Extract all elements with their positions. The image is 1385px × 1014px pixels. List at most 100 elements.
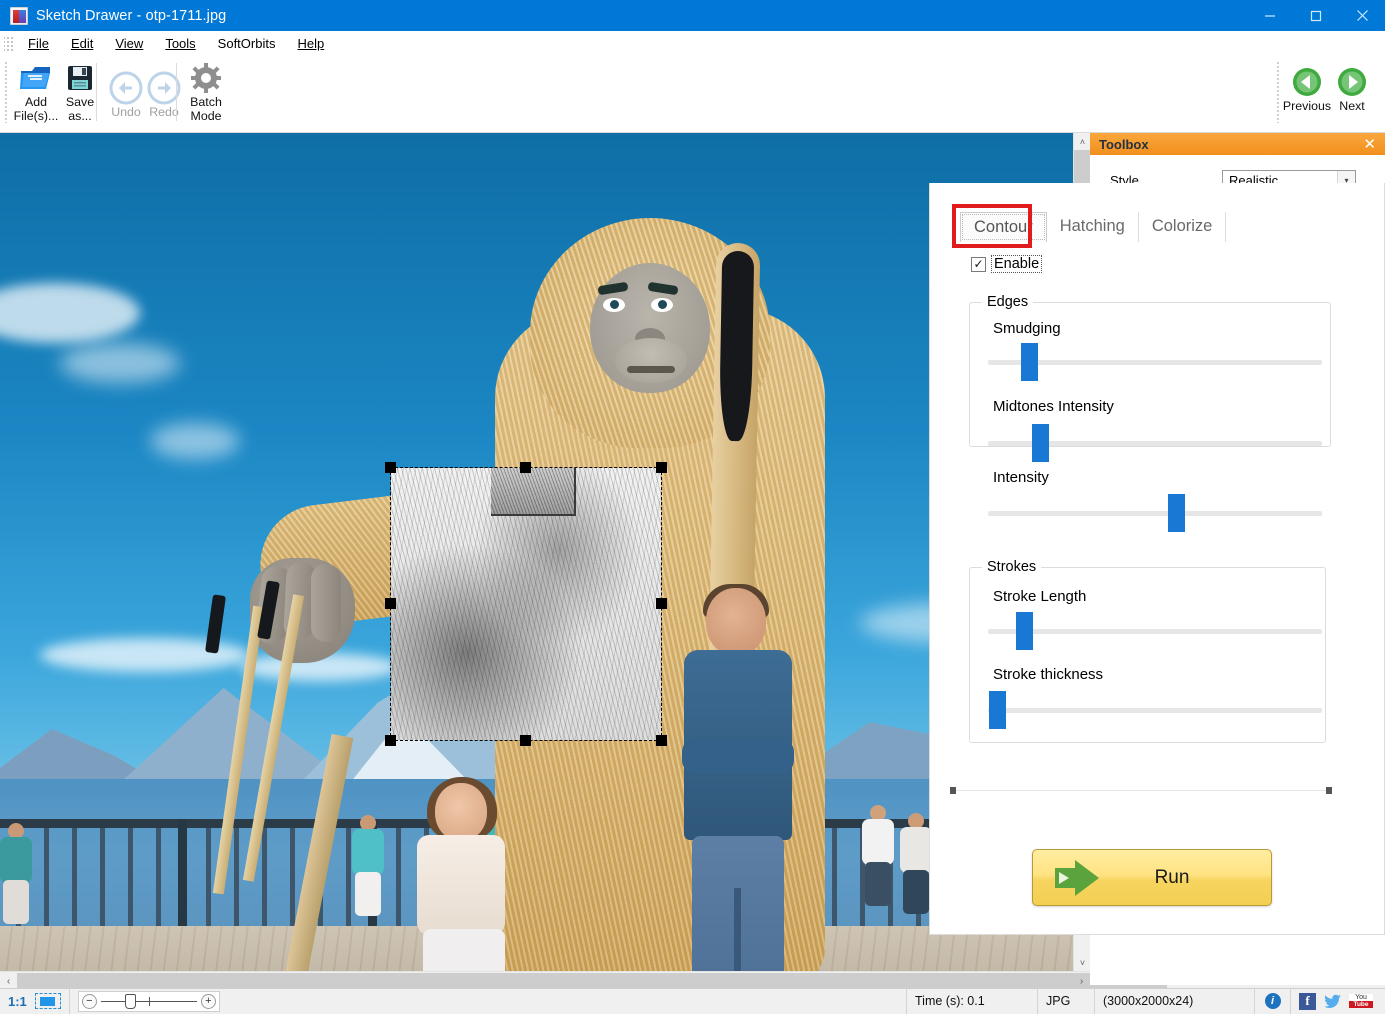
zoom-slider-track[interactable] <box>101 1001 197 1002</box>
scroll-down-button[interactable]: ˅ <box>1074 954 1091 971</box>
zoom-slider-tick <box>149 997 150 1006</box>
photo-preview[interactable] <box>0 133 1073 971</box>
menu-bar: File Edit View Tools SoftOrbits Help <box>0 31 1385 55</box>
zoom-in-button[interactable]: + <box>201 994 216 1009</box>
midtones-intensity-slider-track[interactable] <box>988 441 1322 446</box>
midtones-intensity-slider-thumb[interactable] <box>1032 424 1049 462</box>
social-links: f You Tube <box>1291 989 1385 1014</box>
maximize-button[interactable] <box>1293 0 1339 31</box>
menu-item-tools[interactable]: Tools <box>154 33 206 54</box>
enable-label: Enable <box>992 256 1041 272</box>
stroke-length-slider-track[interactable] <box>988 629 1322 634</box>
midtones-intensity-label: Midtones Intensity <box>993 398 1114 415</box>
selection-handle-middle-right[interactable] <box>656 598 667 609</box>
redo-label: Redo <box>149 105 179 119</box>
enable-checkbox-row[interactable]: ✓ Enable <box>971 256 1041 272</box>
selection-handle-bottom-right[interactable] <box>656 735 667 746</box>
batch-mode-button[interactable]: Batch Mode <box>180 59 232 127</box>
add-files-label-line2: File(s)... <box>14 109 59 123</box>
menu-item-tools-label: Tools <box>165 36 195 51</box>
stroke-thickness-slider-thumb[interactable] <box>989 691 1006 729</box>
youtube-icon-bottom: Tube <box>1349 1001 1373 1008</box>
zoom-ratio-label: 1:1 <box>8 994 27 1009</box>
fit-to-screen-icon[interactable] <box>35 993 61 1009</box>
intensity-label: Intensity <box>993 469 1049 486</box>
zoom-slider[interactable]: − + <box>78 991 220 1012</box>
minimize-button[interactable] <box>1247 0 1293 31</box>
menu-grip-handle[interactable] <box>4 35 14 51</box>
zoom-slider-thumb[interactable] <box>125 994 136 1009</box>
edges-group-title: Edges <box>982 294 1033 310</box>
contour-settings-pane: Contour Hatching Colorize ✓ Enable Edges… <box>929 183 1385 935</box>
run-button[interactable]: Run <box>1032 849 1272 906</box>
stroke-length-slider-thumb[interactable] <box>1016 612 1033 650</box>
selection-handle-bottom-center[interactable] <box>520 735 531 746</box>
save-as-label-line1: Save <box>66 95 94 109</box>
status-bar: 1:1 − + Time (s): 0.1 JPG (3000x2000x24)… <box>0 988 1385 1013</box>
toolbar: Add File(s)... Save as... Undo <box>0 55 1385 133</box>
image-canvas[interactable] <box>0 133 1090 971</box>
next-button[interactable]: Next <box>1326 63 1378 127</box>
intensity-slider-thumb[interactable] <box>1168 494 1185 532</box>
smudging-slider-thumb[interactable] <box>1021 343 1038 381</box>
menu-item-edit[interactable]: Edit <box>60 33 104 54</box>
girl-person <box>405 783 520 971</box>
app-logo-icon <box>10 7 28 25</box>
tab-hatching-label: Hatching <box>1060 217 1125 236</box>
menu-item-softorbits[interactable]: SoftOrbits <box>207 33 287 54</box>
info-status-cell[interactable]: i <box>1255 989 1291 1014</box>
selection-handle-top-right[interactable] <box>656 462 667 473</box>
window-controls <box>1247 0 1385 31</box>
menu-item-help[interactable]: Help <box>286 33 335 54</box>
selection-handle-top-left[interactable] <box>385 462 396 473</box>
tab-contour-label: Contour <box>974 218 1033 237</box>
batch-mode-label-line1: Batch <box>190 95 222 109</box>
dimensions-status: (3000x2000x24) <box>1095 989 1255 1014</box>
intensity-slider-track[interactable] <box>988 511 1322 516</box>
selection-handle-top-center[interactable] <box>520 462 531 473</box>
stroke-length-label: Stroke Length <box>993 588 1086 605</box>
save-as-label-line2: as... <box>68 109 91 123</box>
save-as-button[interactable]: Save as... <box>54 59 106 127</box>
menu-item-softorbits-label: SoftOrbits <box>218 36 276 51</box>
settings-separator <box>950 790 1332 791</box>
window-title: Sketch Drawer - otp-1711.jpg <box>36 8 226 24</box>
add-files-label-line1: Add <box>25 95 47 109</box>
menu-item-file[interactable]: File <box>17 33 60 54</box>
sketch-preview-detail <box>491 468 576 516</box>
tab-colorize[interactable]: Colorize <box>1139 212 1227 242</box>
twitter-icon[interactable] <box>1323 993 1342 1010</box>
tab-colorize-label: Colorize <box>1152 217 1213 236</box>
toolbar-separator-2 <box>176 63 177 121</box>
save-disk-icon <box>66 61 94 95</box>
close-button[interactable] <box>1339 0 1385 31</box>
gear-icon <box>191 61 221 95</box>
menu-item-edit-label: Edit <box>71 36 93 51</box>
selection-handle-bottom-left[interactable] <box>385 735 396 746</box>
cloud <box>150 423 240 459</box>
selection-rectangle[interactable] <box>391 468 661 740</box>
zoom-slider-cell: − + <box>70 989 228 1014</box>
separator-cap-left <box>950 787 956 794</box>
previous-label: Previous <box>1283 99 1331 113</box>
tab-hatching[interactable]: Hatching <box>1047 212 1139 242</box>
menu-item-help-label: Help <box>297 36 324 51</box>
menu-item-view[interactable]: View <box>104 33 154 54</box>
youtube-icon[interactable]: You Tube <box>1349 993 1373 1010</box>
scroll-up-button[interactable]: ˄ <box>1074 133 1091 150</box>
zoom-out-button[interactable]: − <box>82 994 97 1009</box>
smudging-slider-track[interactable] <box>988 360 1322 365</box>
zoom-status-cell: 1:1 <box>0 989 70 1014</box>
selection-handle-middle-left[interactable] <box>385 598 396 609</box>
info-icon[interactable]: i <box>1265 993 1281 1009</box>
next-label: Next <box>1339 99 1364 113</box>
toolbox-close-icon[interactable]: ✕ <box>1363 137 1376 152</box>
add-files-icon <box>19 61 53 95</box>
enable-checkbox[interactable]: ✓ <box>971 257 986 272</box>
toolbar-grip-handle[interactable] <box>4 61 9 123</box>
tab-contour[interactable]: Contour <box>960 212 1047 242</box>
format-status: JPG <box>1038 989 1095 1014</box>
run-arrow-icon <box>1053 858 1101 898</box>
facebook-icon[interactable]: f <box>1299 993 1316 1010</box>
stroke-thickness-slider-track[interactable] <box>988 708 1322 713</box>
